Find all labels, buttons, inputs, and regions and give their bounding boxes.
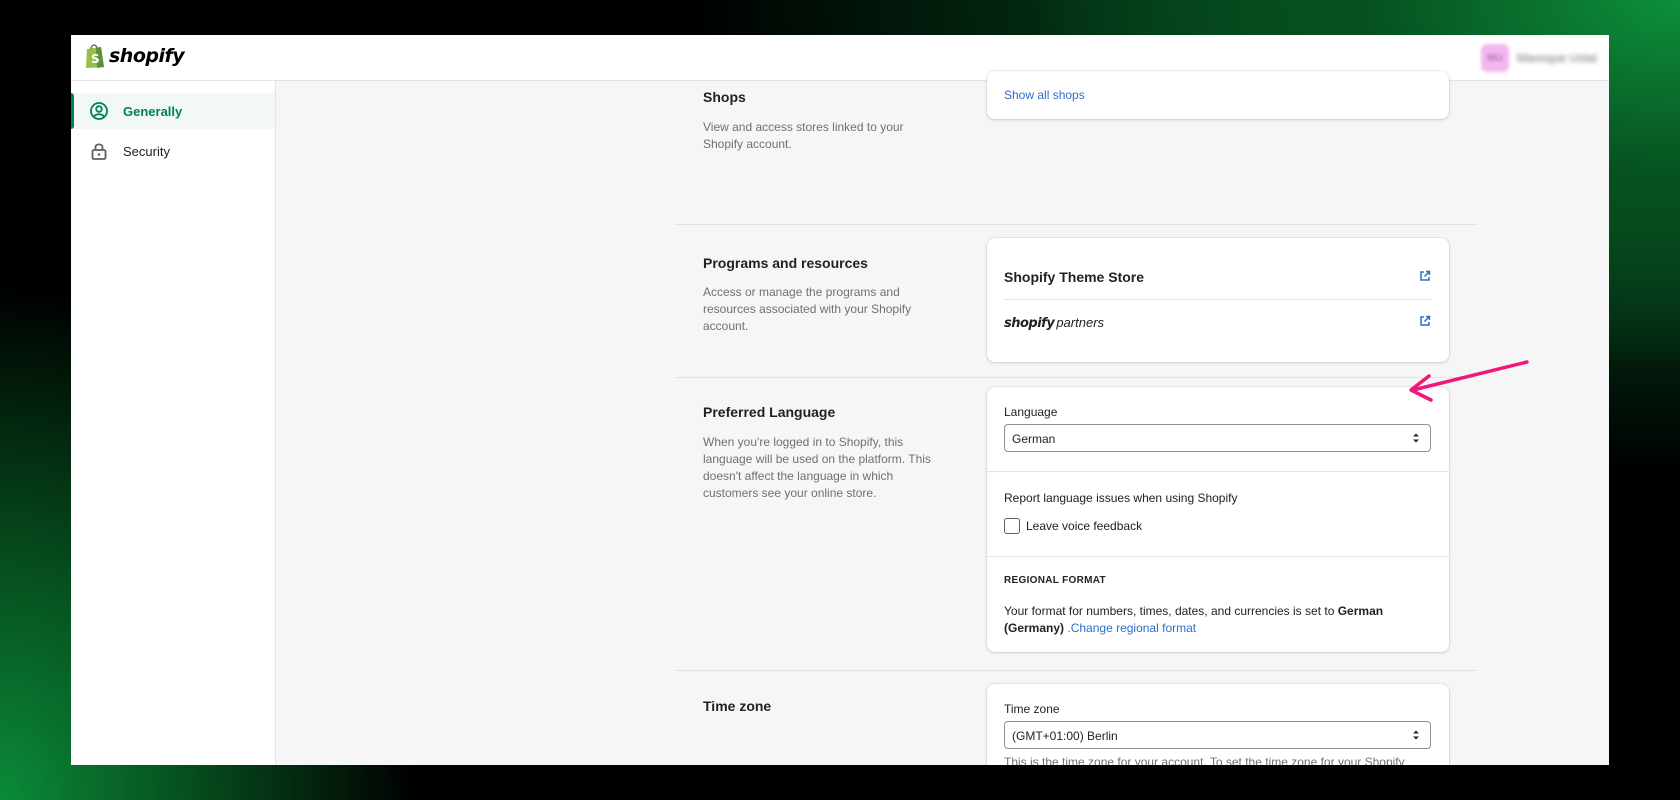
- partners-brand: shopify: [1004, 316, 1055, 331]
- feedback-checkbox[interactable]: [1004, 518, 1020, 534]
- timezone-label: Time zone: [1004, 702, 1060, 716]
- timezone-section: Time zone Time zone (GMT+01:00) Berlin T…: [675, 671, 1477, 765]
- partners-link[interactable]: shopify partners: [1004, 314, 1104, 331]
- regional-format-heading: REGIONAL FORMAT: [1004, 575, 1106, 586]
- regional-format-text: Your format for numbers, times, dates, a…: [1004, 603, 1424, 637]
- language-select-value: German: [1012, 432, 1056, 446]
- feedback-checkbox-row[interactable]: Leave voice feedback: [1004, 518, 1142, 534]
- sidebar: Generally Security: [71, 81, 276, 765]
- section-title: Shops: [703, 89, 746, 105]
- programs-section: Programs and resources Access or manage …: [675, 225, 1477, 371]
- show-all-shops-link[interactable]: Show all shops: [1004, 88, 1085, 102]
- feedback-label: Leave voice feedback: [1026, 519, 1143, 533]
- section-description: When you're logged in to Shopify, this l…: [703, 435, 931, 500]
- sidebar-item-security[interactable]: Security: [71, 133, 275, 169]
- theme-store-link[interactable]: Shopify Theme Store: [1004, 269, 1144, 285]
- user-menu[interactable]: MU Mavoque Uolai: [1480, 44, 1597, 72]
- timezone-select-value: (GMT+01:00) Berlin: [1012, 729, 1118, 743]
- section-title: Programs and resources: [703, 255, 868, 271]
- annotation-arrow-icon: [1409, 360, 1529, 402]
- select-arrows-icon: [1413, 730, 1419, 740]
- section-title: Preferred Language: [703, 404, 836, 420]
- user-name: Mavoque Uolai: [1516, 51, 1597, 65]
- user-circle-icon: [90, 102, 108, 120]
- card-divider: [987, 471, 1449, 472]
- section-description: View and access stores linked to your Sh…: [703, 120, 904, 151]
- sidebar-item-generally[interactable]: Generally: [71, 93, 275, 129]
- timezone-help-text: This is the time zone for your account. …: [1004, 755, 1405, 765]
- app-window: S shopify MU Mavoque Uolai Generally Sec…: [71, 35, 1609, 765]
- programs-card: Shopify Theme Store shopify partners: [987, 238, 1449, 362]
- report-issues-text: Report language issues when using Shopif…: [1004, 491, 1238, 505]
- section-title: Time zone: [703, 698, 772, 714]
- partners-word: partners: [1056, 315, 1105, 330]
- card-divider: [1004, 299, 1432, 300]
- shops-section: Shops View and access stores linked to y…: [675, 71, 1477, 224]
- avatar: MU: [1480, 44, 1509, 72]
- logo-wordmark: shopify: [109, 45, 185, 67]
- regional-format-prefix: Your format for numbers, times, dates, a…: [1004, 604, 1335, 618]
- shops-card: Show all shops: [987, 71, 1449, 119]
- external-link-icon[interactable]: [1419, 270, 1431, 282]
- section-description: Access or manage the programs and resour…: [703, 285, 912, 333]
- card-divider: [987, 556, 1449, 557]
- language-section: Preferred Language When you're logged in…: [675, 378, 1477, 670]
- change-regional-format-link[interactable]: .Change regional format: [1067, 621, 1196, 635]
- lock-icon: [91, 143, 107, 160]
- shopify-logo[interactable]: S shopify: [84, 43, 185, 69]
- sidebar-item-label: Security: [123, 143, 170, 159]
- external-link-icon[interactable]: [1419, 315, 1431, 327]
- timezone-select[interactable]: (GMT+01:00) Berlin: [1004, 721, 1431, 749]
- sidebar-item-label: Generally: [123, 103, 183, 119]
- language-select[interactable]: German: [1004, 424, 1431, 452]
- svg-text:S: S: [91, 52, 100, 66]
- main-content: Shops View and access stores linked to y…: [276, 71, 1609, 765]
- timezone-card: Time zone (GMT+01:00) Berlin This is the…: [987, 684, 1449, 765]
- select-arrows-icon: [1413, 433, 1419, 443]
- language-label: Language: [1004, 405, 1058, 419]
- shopping-bag-icon: S: [86, 44, 104, 68]
- language-card: Language German Report language issues w…: [987, 387, 1449, 652]
